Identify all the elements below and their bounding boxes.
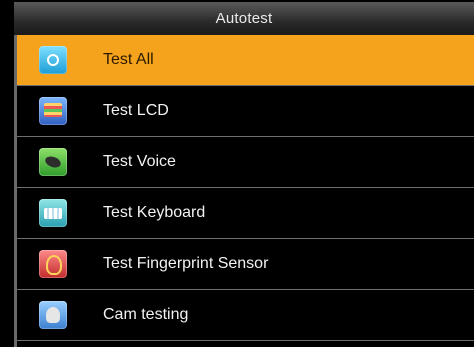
menu-item-label: Test Voice [103,153,176,170]
test-all-icon [39,46,67,74]
menu-item-label: Test Fingerprint Sensor [103,255,269,272]
page-title: Autotest [215,10,273,27]
menu-item-label: Test LCD [103,102,169,119]
camera-icon [39,301,67,329]
menu-list: Test All Test LCD Test Voice Test Keyboa… [17,35,474,341]
menu-item-test-lcd[interactable]: Test LCD [17,86,474,137]
menu-item-test-voice[interactable]: Test Voice [17,137,474,188]
speaker-icon [39,148,67,176]
menu-item-test-keyboard[interactable]: Test Keyboard [17,188,474,239]
menu-item-label: Test All [103,51,154,68]
menu-item-cam-testing[interactable]: Cam testing [17,290,474,341]
keyboard-icon [39,199,67,227]
fingerprint-icon [39,250,67,278]
title-bar: Autotest [14,2,474,36]
menu-item-test-all[interactable]: Test All [17,35,474,86]
menu-item-label: Cam testing [103,306,189,323]
lcd-icon [39,97,67,125]
autotest-screen: Autotest Test All Test LCD Test Voice Te… [14,2,474,347]
menu-item-test-fingerprint[interactable]: Test Fingerprint Sensor [17,239,474,290]
menu-item-label: Test Keyboard [103,204,206,221]
